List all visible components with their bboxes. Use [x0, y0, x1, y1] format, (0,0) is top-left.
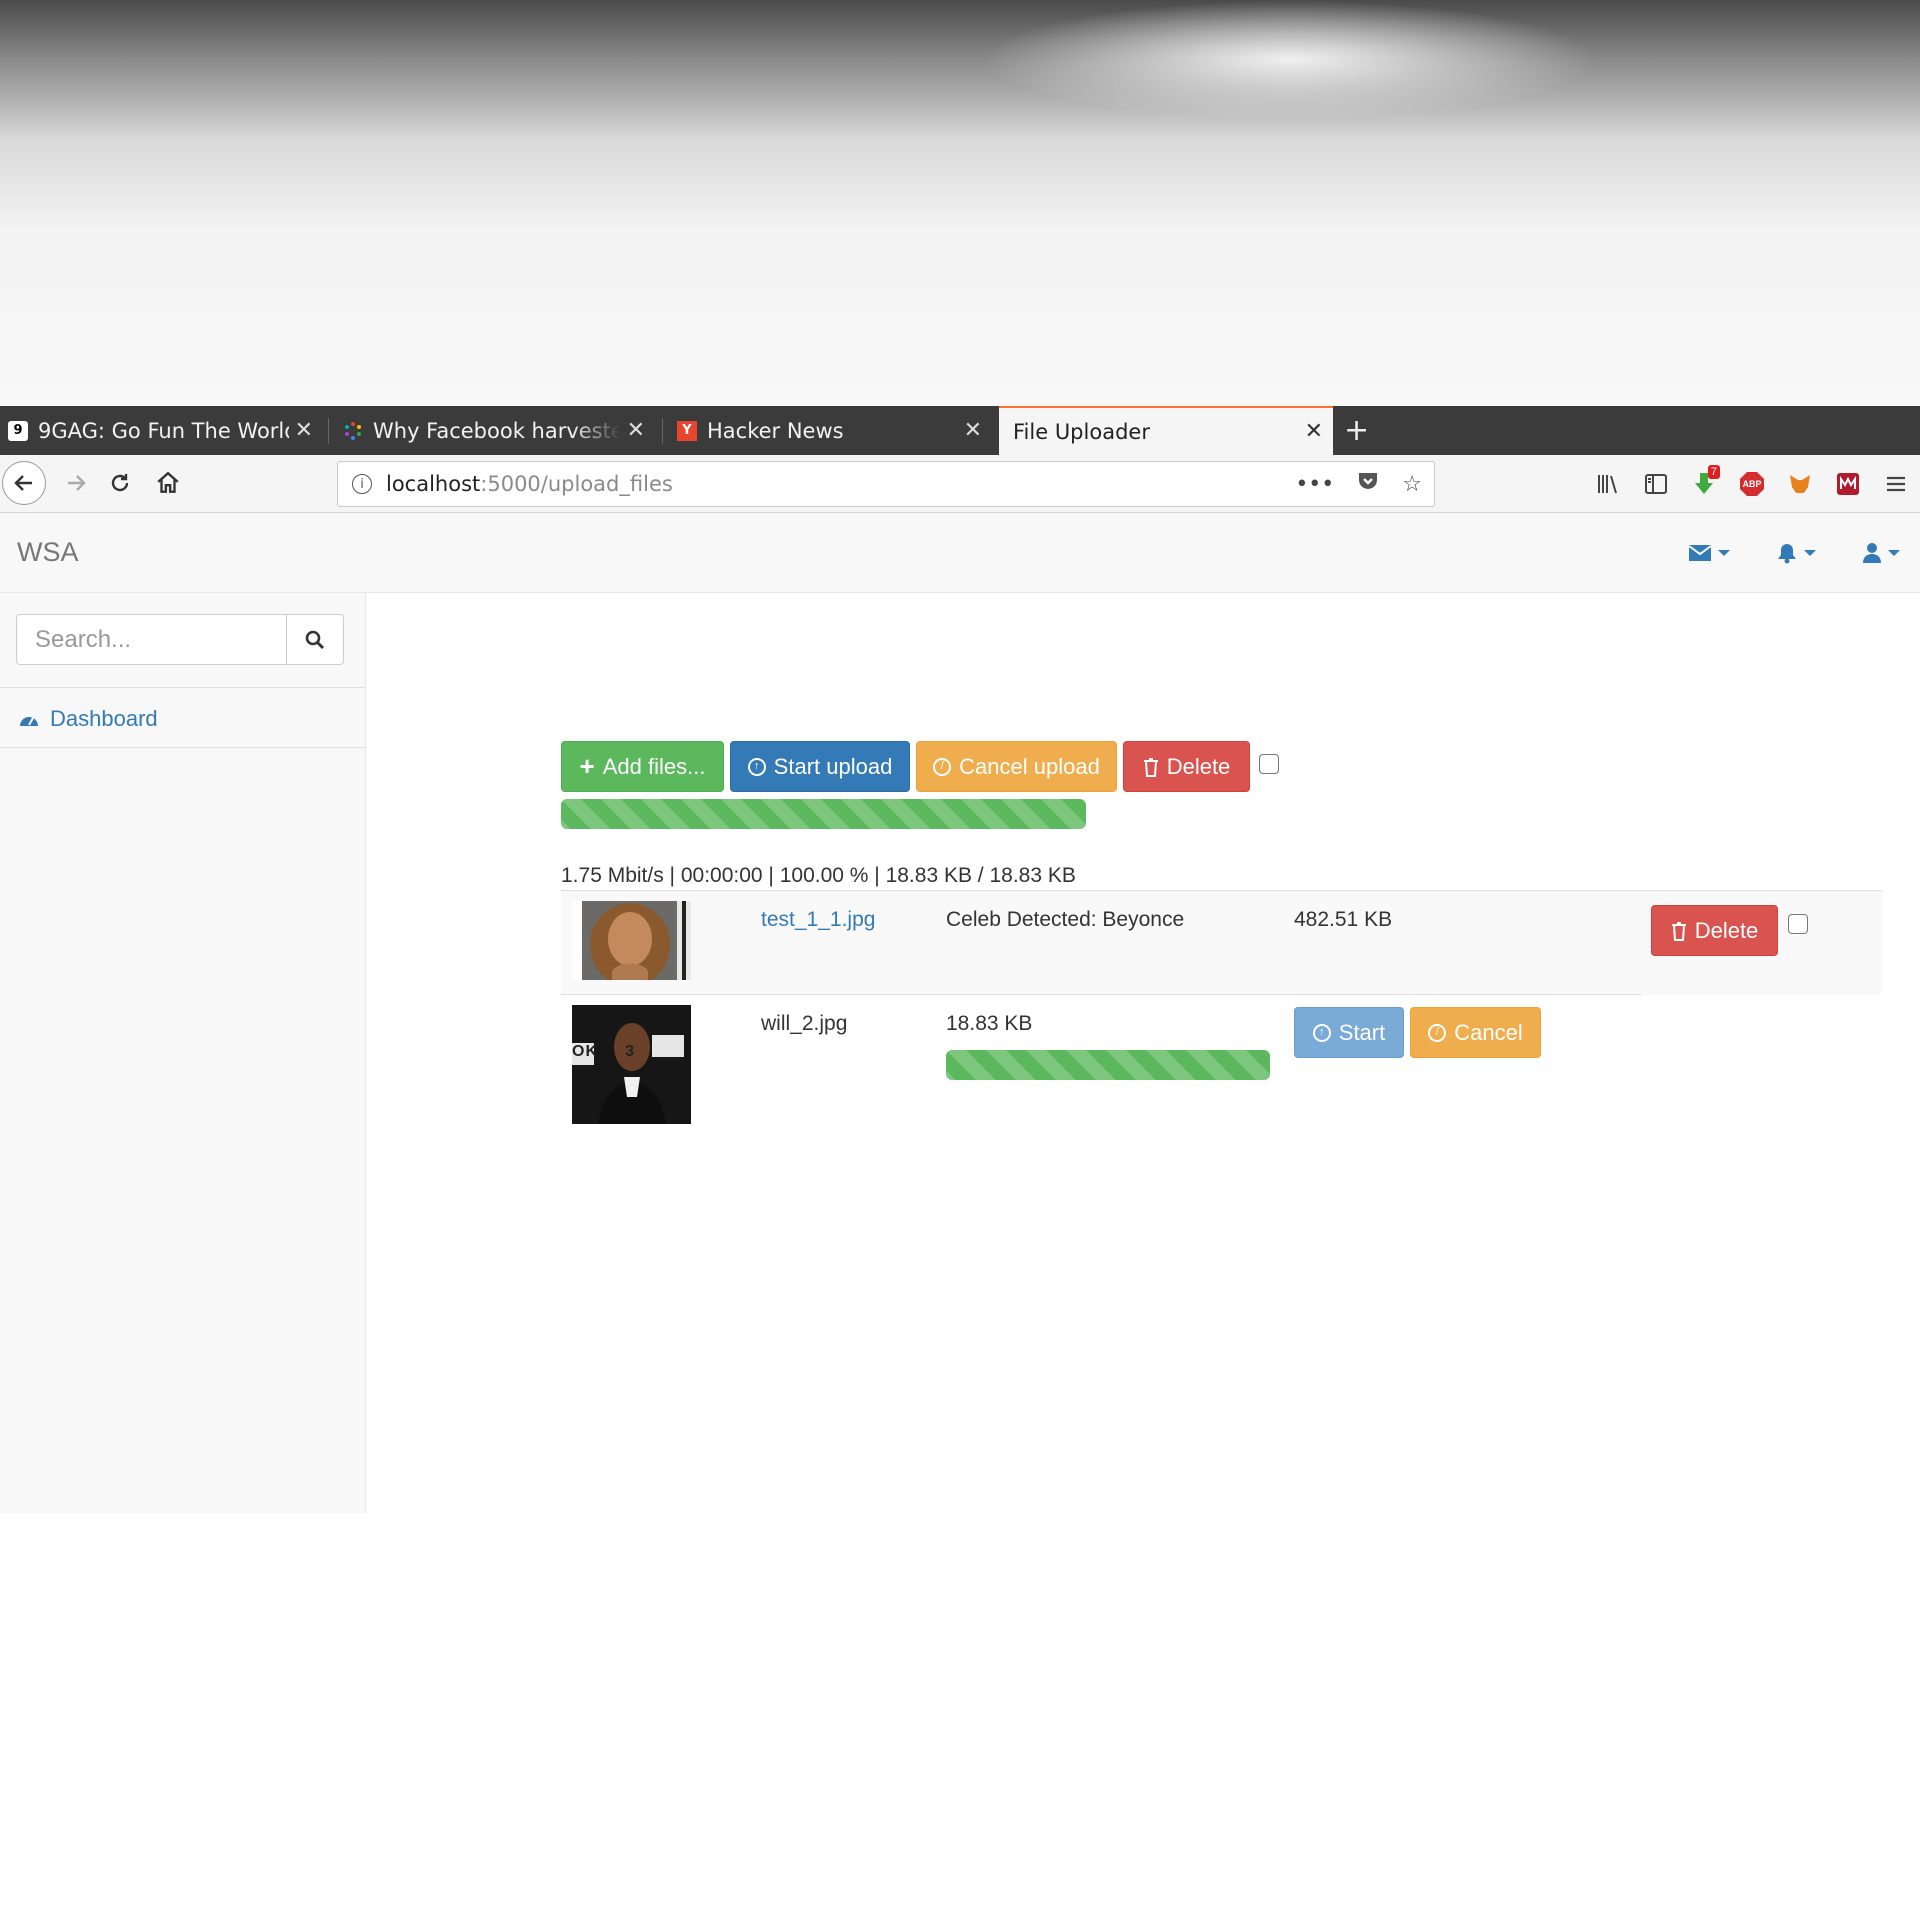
- file-size: 482.51 KB: [1294, 908, 1393, 931]
- sidebar-toggle-icon[interactable]: [1632, 455, 1680, 513]
- extension-icon[interactable]: [1824, 455, 1872, 513]
- nav-bar: i localhost:5000/upload_files ••• ☆ 7 AB…: [0, 455, 1920, 513]
- brand-title[interactable]: WSA: [17, 537, 79, 568]
- reload-button[interactable]: [100, 463, 140, 503]
- add-files-label: Add files...: [602, 753, 706, 779]
- adblock-icon[interactable]: ABP: [1728, 455, 1776, 513]
- close-icon[interactable]: ✕: [627, 418, 645, 443]
- app-header: WSA: [0, 513, 1920, 593]
- delete-file-label: Delete: [1694, 917, 1759, 943]
- start-file-button[interactable]: ↑ Start: [1294, 1007, 1404, 1058]
- close-icon[interactable]: ✕: [1305, 419, 1323, 444]
- file-thumbnail[interactable]: [572, 901, 691, 980]
- blurred-background: [0, 0, 1920, 406]
- pocket-icon[interactable]: [1356, 470, 1380, 498]
- info-icon[interactable]: i: [352, 474, 372, 494]
- new-tab-button[interactable]: +: [1344, 406, 1369, 455]
- tab-strip: 9 9GAG: Go Fun The World ✕ Why Facebook …: [0, 406, 1920, 455]
- more-actions-icon[interactable]: •••: [1295, 472, 1334, 497]
- sidebar-item-label: Dashboard: [50, 706, 158, 731]
- url-bar[interactable]: i localhost:5000/upload_files ••• ☆: [337, 461, 1435, 507]
- reload-icon: [111, 474, 129, 492]
- search-icon: [305, 630, 325, 649]
- trash-icon: [1671, 921, 1686, 941]
- user-dropdown[interactable]: [1862, 542, 1900, 564]
- cancel-upload-label: Cancel upload: [959, 753, 1100, 779]
- forward-arrow-icon: [68, 475, 86, 491]
- user-icon: [1863, 543, 1881, 563]
- sidebar: Dashboard: [0, 593, 366, 1513]
- add-files-button[interactable]: + Add files...: [561, 741, 724, 792]
- start-file-label: Start: [1338, 1019, 1386, 1045]
- tab-title: 9GAG: Go Fun The World: [38, 418, 289, 443]
- envelope-icon: [1688, 545, 1712, 561]
- messages-dropdown[interactable]: [1688, 544, 1730, 562]
- cancel-file-button[interactable]: / Cancel: [1410, 1007, 1541, 1058]
- plus-icon: +: [579, 751, 595, 781]
- url-host: localhost: [386, 472, 481, 496]
- tab-facebook[interactable]: Why Facebook harvested ✕: [343, 406, 645, 455]
- file-name-link[interactable]: test_1_1.jpg: [761, 908, 875, 932]
- ban-icon: /: [933, 757, 952, 776]
- download-icon[interactable]: 7: [1680, 455, 1728, 513]
- search-button[interactable]: [286, 614, 344, 665]
- file-name: will_2.jpg: [761, 1012, 848, 1035]
- cancel-upload-button[interactable]: / Cancel upload: [916, 741, 1117, 792]
- menu-icon[interactable]: [1872, 455, 1920, 513]
- dots-icon: [343, 421, 363, 441]
- metamask-icon[interactable]: [1776, 455, 1824, 513]
- close-icon[interactable]: ✕: [295, 418, 313, 443]
- file-progress-bar: [946, 1050, 1270, 1080]
- tab-9gag[interactable]: 9 9GAG: Go Fun The World ✕: [8, 406, 313, 455]
- upload-stats: 1.75 Mbit/s | 00:00:00 | 100.00 % | 18.8…: [561, 864, 1076, 887]
- adblock-label: ABP: [1742, 479, 1762, 489]
- tab-file-uploader[interactable]: File Uploader ✕: [999, 406, 1333, 455]
- forward-button[interactable]: [56, 463, 96, 503]
- file-progress-fill: [946, 1050, 1270, 1080]
- 9gag-icon: 9: [8, 420, 28, 441]
- back-arrow-icon: [14, 475, 32, 491]
- library-icon[interactable]: [1584, 455, 1632, 513]
- global-progress-bar: [561, 799, 1086, 829]
- bell-icon: [1778, 544, 1796, 564]
- start-upload-label: Start upload: [773, 753, 893, 779]
- delete-all-label: Delete: [1166, 753, 1231, 779]
- home-button[interactable]: [148, 463, 188, 503]
- delete-all-button[interactable]: Delete: [1123, 741, 1250, 792]
- dashboard-icon: [20, 717, 38, 726]
- close-icon[interactable]: ✕: [964, 418, 982, 443]
- thumbnail-backdrop-text: OK 3: [572, 1043, 636, 1060]
- alerts-dropdown[interactable]: [1776, 542, 1816, 564]
- file-status: Celeb Detected: Beyonce: [946, 908, 1185, 931]
- tab-hacker-news[interactable]: Y Hacker News ✕: [677, 406, 982, 455]
- url-path: :5000/upload_files: [480, 472, 673, 496]
- tab-title: Why Facebook harvested: [373, 418, 621, 443]
- start-upload-button[interactable]: ↑ Start upload: [730, 741, 910, 792]
- sidebar-item-dashboard[interactable]: Dashboard: [18, 706, 158, 732]
- upload-circle-icon: ↑: [1312, 1023, 1331, 1042]
- tab-title: File Uploader: [1013, 419, 1150, 444]
- global-progress-fill: [561, 799, 1086, 829]
- trash-icon: [1143, 757, 1158, 777]
- select-all-checkbox[interactable]: [1259, 754, 1279, 774]
- hn-icon: Y: [677, 420, 697, 441]
- file-thumbnail[interactable]: OK 3: [572, 1005, 691, 1124]
- home-icon: [157, 471, 179, 493]
- cancel-file-label: Cancel: [1454, 1019, 1523, 1045]
- back-button[interactable]: [2, 461, 46, 505]
- search-input[interactable]: [16, 614, 286, 665]
- file-select-checkbox[interactable]: [1788, 914, 1808, 934]
- upload-circle-icon: ↑: [747, 757, 766, 776]
- delete-file-button[interactable]: Delete: [1651, 905, 1778, 956]
- sidebar-search: [16, 614, 344, 665]
- ban-icon: /: [1428, 1023, 1447, 1042]
- bookmark-star-icon[interactable]: ☆: [1402, 472, 1422, 497]
- download-badge: 7: [1707, 465, 1720, 479]
- tab-title: Hacker News: [707, 418, 844, 443]
- file-size: 18.83 KB: [946, 1012, 1033, 1035]
